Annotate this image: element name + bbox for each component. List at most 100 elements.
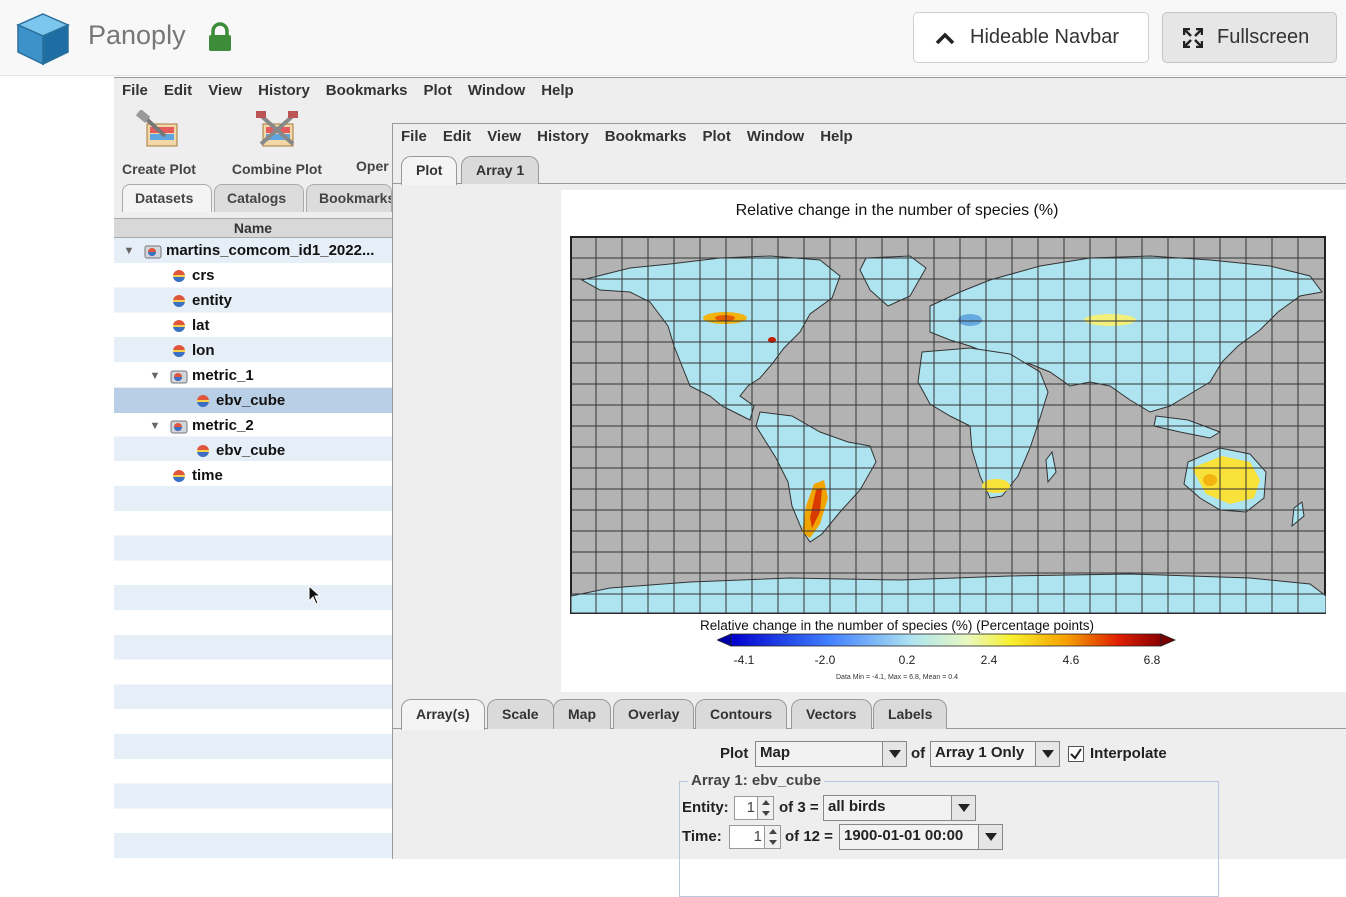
dropdown-arrow-icon — [882, 742, 906, 766]
colorbar-tick: -2.0 — [814, 653, 836, 667]
tab-catalogs[interactable]: Catalogs — [214, 184, 304, 212]
settings-tabs: Array(s) Scale Map Overlay Contours Vect… — [393, 697, 1346, 730]
time-dropdown[interactable]: 1900-01-01 00:00 — [839, 824, 1003, 850]
tree-item-metric-1[interactable]: ▼ metric_1 — [114, 363, 392, 388]
tab-datasets[interactable]: Datasets — [122, 184, 212, 212]
variable-icon — [173, 469, 185, 482]
menu-window[interactable]: Window — [460, 78, 533, 104]
colorbar-tick: 6.8 — [1143, 653, 1161, 667]
highlight-central-asia — [1084, 314, 1136, 326]
colorbar-tick: 4.6 — [1062, 653, 1080, 667]
create-plot-button[interactable]: Create Plot — [118, 109, 200, 177]
tree-item-metric-1-ebv-cube[interactable]: ebv_cube — [114, 388, 392, 413]
plot-menu-view[interactable]: View — [479, 124, 529, 150]
plot-tabs: Plot Array 1 — [393, 154, 1346, 185]
variable-icon — [173, 294, 185, 307]
tree-item-label: lon — [192, 342, 215, 359]
tree-item-label: lat — [192, 317, 210, 334]
main-toolbar: Create Plot Combine Plot Oper — [114, 109, 396, 180]
tab-bookmarks[interactable]: Bookmarks — [306, 184, 392, 212]
open-label: Oper — [356, 158, 389, 174]
group-icon — [170, 370, 188, 383]
spinner-arrows-icon[interactable] — [764, 826, 780, 848]
plot-window: File Edit View History Bookmarks Plot Wi… — [392, 123, 1346, 897]
plot-title: Relative change in the number of species… — [735, 202, 1059, 219]
plot-menubar: File Edit View History Bookmarks Plot Wi… — [393, 124, 1346, 150]
tree-item-time[interactable]: time — [114, 463, 392, 488]
tree-item-lon[interactable]: lon — [114, 338, 392, 363]
top-navbar: Panoply Hideable Navbar Fullscreen — [0, 0, 1346, 76]
colorbar-tick: 2.4 — [980, 653, 998, 667]
menu-help[interactable]: Help — [533, 78, 582, 104]
array-mode-value: Array 1 Only — [935, 744, 1025, 761]
collapse-arrow-icon[interactable]: ▼ — [148, 370, 162, 382]
tree-item-label: crs — [192, 267, 215, 284]
plot-menu-window[interactable]: Window — [739, 124, 812, 150]
menu-view[interactable]: View — [200, 78, 250, 104]
menu-history[interactable]: History — [250, 78, 318, 104]
menu-bookmarks[interactable]: Bookmarks — [318, 78, 416, 104]
combine-plot-button[interactable]: Combine Plot — [228, 110, 326, 177]
menu-file[interactable]: File — [114, 78, 156, 104]
tab-scale[interactable]: Scale — [487, 699, 554, 729]
plot-menu-bookmarks[interactable]: Bookmarks — [597, 124, 695, 150]
plot-canvas[interactable]: Relative change in the number of species… — [561, 190, 1346, 692]
tree-item-label: ebv_cube — [216, 392, 286, 409]
lock-icon — [209, 22, 231, 51]
group-icon — [170, 420, 188, 433]
interpolate-checkbox[interactable] — [1068, 746, 1084, 762]
tab-map[interactable]: Map — [553, 699, 611, 729]
array-1-group-title: Array 1: ebv_cube — [688, 772, 825, 789]
hideable-navbar-button[interactable]: Hideable Navbar — [913, 12, 1149, 63]
tree-item-label: metric_1 — [192, 367, 254, 384]
open-button[interactable]: Oper — [356, 110, 396, 174]
tree-item-metric-2[interactable]: ▼ metric_2 — [114, 413, 392, 438]
menu-edit[interactable]: Edit — [156, 78, 200, 104]
tree-item-metric-2-ebv-cube[interactable]: ebv_cube — [114, 438, 392, 463]
tree-item-crs[interactable]: crs — [114, 263, 392, 288]
array-mode-dropdown[interactable]: Array 1 Only — [930, 741, 1060, 767]
plot-menu-file[interactable]: File — [393, 124, 435, 150]
colorbar-tick: 0.2 — [898, 653, 916, 667]
entity-spinner[interactable]: 1 — [734, 796, 774, 820]
world-map[interactable] — [570, 236, 1326, 614]
tab-plot[interactable]: Plot — [401, 156, 458, 185]
dropdown-arrow-icon — [978, 825, 1002, 849]
spinner-arrows-icon[interactable] — [757, 797, 773, 819]
entity-dropdown[interactable]: all birds — [823, 795, 976, 821]
dataset-tree[interactable]: ▼ martins_comcom_id1_2022... crs entity — [114, 238, 392, 859]
tree-item-dataset[interactable]: ▼ martins_comcom_id1_2022... — [114, 238, 392, 263]
tree-item-lat[interactable]: lat — [114, 313, 392, 338]
fullscreen-label: Fullscreen — [1217, 26, 1310, 48]
tree-column-header[interactable]: Name — [114, 218, 392, 238]
time-spinner[interactable]: 1 — [729, 825, 781, 849]
colorbar-tick: -4.1 — [733, 653, 755, 667]
tab-labels[interactable]: Labels — [873, 699, 948, 729]
entity-value: all birds — [828, 798, 886, 815]
plot-menu-help[interactable]: Help — [812, 124, 861, 150]
fullscreen-button[interactable]: Fullscreen — [1162, 12, 1337, 63]
tab-arrays[interactable]: Array(s) — [401, 699, 485, 730]
tab-contours[interactable]: Contours — [695, 699, 788, 729]
plot-menu-edit[interactable]: Edit — [435, 124, 479, 150]
time-index: 1 — [753, 828, 762, 845]
plot-menu-history[interactable]: History — [529, 124, 597, 150]
plot-type-dropdown[interactable]: Map — [755, 741, 907, 767]
plot-menu-plot[interactable]: Plot — [695, 124, 739, 150]
of-label: of — [911, 745, 926, 762]
menu-plot[interactable]: Plot — [416, 78, 460, 104]
entity-of-label: of 3 = — [779, 799, 819, 816]
dropdown-arrow-icon — [1035, 742, 1059, 766]
tab-overlay[interactable]: Overlay — [613, 699, 695, 729]
collapse-arrow-icon[interactable]: ▼ — [122, 245, 136, 257]
tree-item-label: time — [192, 467, 223, 484]
cube-logo-icon — [16, 13, 70, 66]
tab-vectors[interactable]: Vectors — [791, 699, 872, 729]
variable-icon — [173, 269, 185, 282]
tree-item-entity[interactable]: entity — [114, 288, 392, 313]
tab-array-1[interactable]: Array 1 — [461, 156, 540, 184]
highlight-europe — [958, 314, 982, 326]
plot-type-value: Map — [760, 744, 790, 761]
panoply-main-window: File Edit View History Bookmarks Plot Wi… — [114, 77, 1346, 897]
collapse-arrow-icon[interactable]: ▼ — [148, 420, 162, 432]
